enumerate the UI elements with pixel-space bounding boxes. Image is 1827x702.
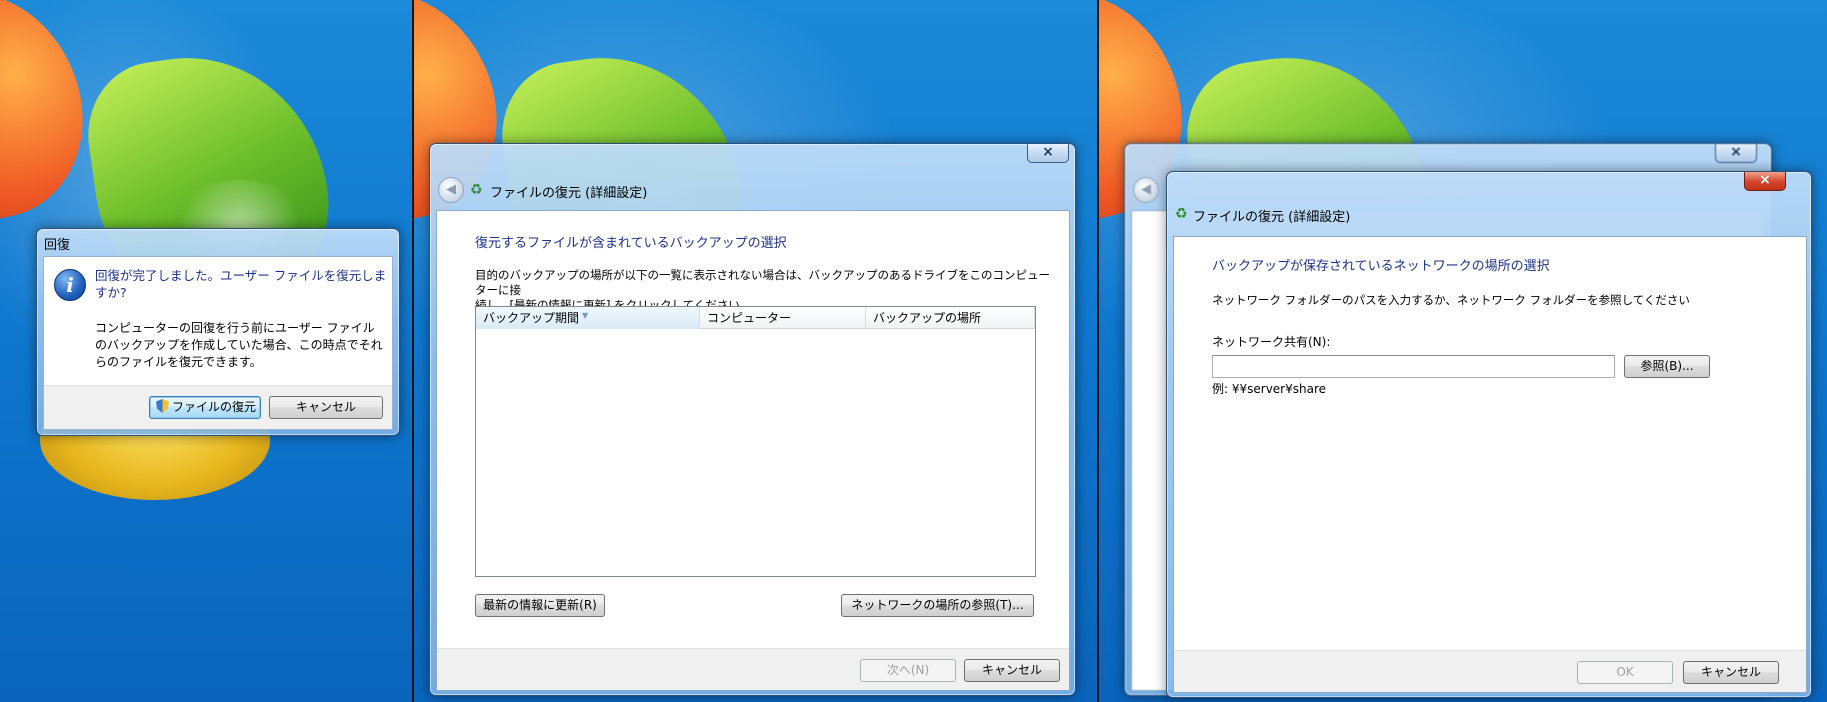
network-share-input[interactable] <box>1212 355 1615 378</box>
desktop-panel-network: × ◀ × ♻ ファイルの復元 (詳細設定) バックアップが保存されているネット… <box>1099 0 1827 702</box>
column-backup-period-label: バックアップ期間 <box>483 311 580 325</box>
cancel-button[interactable]: キャンセル <box>1683 661 1779 684</box>
back-arrow-icon[interactable]: ◀ <box>438 177 464 203</box>
recovery-dialog-title: 回復 <box>44 238 71 253</box>
recovery-message-line: すか? <box>95 285 127 300</box>
background-close-button: × <box>1715 144 1757 163</box>
ok-button[interactable]: OK <box>1577 661 1673 684</box>
file-restore-icon: ♻ <box>470 182 483 198</box>
next-button[interactable]: 次へ(N) <box>860 659 956 682</box>
sort-arrow-icon: ▼ <box>582 311 589 320</box>
wizard-footer: 次へ(N) キャンセル <box>437 648 1069 690</box>
browse-button[interactable]: 参照(B)... <box>1624 355 1710 378</box>
network-dialog-client: バックアップが保存されているネットワークの場所の選択 ネットワーク フォルダーの… <box>1173 236 1807 693</box>
page-description: ネットワーク フォルダーのパスを入力するか、ネットワーク フォルダーを参照してく… <box>1212 293 1690 307</box>
browse-network-location-button[interactable]: ネットワークの場所の参照(T)... <box>841 594 1034 617</box>
backup-list[interactable]: ▼ バックアップ期間 コンピューター バックアップの場所 <box>475 306 1036 577</box>
window-title: ファイルの復元 (詳細設定) <box>490 186 648 201</box>
page-heading: バックアップが保存されているネットワークの場所の選択 <box>1212 259 1550 274</box>
restore-files-button[interactable]: ファイルの復元 <box>149 396 261 419</box>
page-description-line: 目的のバックアップの場所が以下の一覧に表示されない場合は、バックアップのあるドラ… <box>475 268 1050 297</box>
recovery-detail-line: のバックアップを作成していた場合、この時点でそれ <box>95 338 383 352</box>
restore-files-button-label: ファイルの復元 <box>172 400 257 414</box>
recovery-dialog-client: i 回復が完了しました。ユーザー ファイルを復元しま すか? コンピューターの回… <box>43 256 393 430</box>
recovery-dialog-footer: ファイルの復元 キャンセル <box>44 385 392 429</box>
wallpaper-red-flag <box>0 0 102 239</box>
cancel-button[interactable]: キャンセル <box>269 396 383 419</box>
recovery-message-line: 回復が完了しました。ユーザー ファイルを復元しま <box>95 268 387 283</box>
recovery-detail: コンピューターの回復を行う前にユーザー ファイル のバックアップを作成していた場… <box>95 320 390 371</box>
recovery-detail-line: コンピューターの回復を行う前にユーザー ファイル <box>95 321 375 335</box>
close-window-button[interactable]: × <box>1744 172 1786 191</box>
recovery-message: 回復が完了しました。ユーザー ファイルを復元しま すか? <box>95 267 390 301</box>
network-share-label: ネットワーク共有(N): <box>1212 335 1331 349</box>
page-heading: 復元するファイルが含まれているバックアップの選択 <box>475 236 787 251</box>
wizard-client: 復元するファイルが含まれているバックアップの選択 目的のバックアップの場所が以下… <box>436 210 1070 691</box>
background-back-arrow-icon: ◀ <box>1133 177 1159 203</box>
network-path-example: 例: ¥¥server¥share <box>1212 382 1327 396</box>
info-icon: i <box>54 269 86 301</box>
refresh-button[interactable]: 最新の情報に更新(R) <box>475 594 605 617</box>
close-window-button[interactable]: × <box>1027 144 1069 163</box>
advanced-restore-window: × ◀ ♻ ファイルの復元 (詳細設定) 復元するファイルが含まれているバックア… <box>429 143 1076 696</box>
column-backup-period[interactable]: ▼ バックアップ期間 <box>476 307 700 329</box>
recovery-dialog: 回復 i 回復が完了しました。ユーザー ファイルを復元しま すか? コンピュータ… <box>36 228 400 436</box>
backup-list-header: ▼ バックアップ期間 コンピューター バックアップの場所 <box>476 307 1035 329</box>
desktop-panel-wizard: × ◀ ♻ ファイルの復元 (詳細設定) 復元するファイルが含まれているバックア… <box>414 0 1097 702</box>
window-title: ファイルの復元 (詳細設定) <box>1193 210 1351 225</box>
column-computer[interactable]: コンピューター <box>700 307 866 329</box>
file-restore-icon: ♻ <box>1175 206 1188 222</box>
uac-shield-icon <box>156 399 169 413</box>
recovery-detail-line: らのファイルを復元できます。 <box>95 355 262 369</box>
desktop-panel-recovery: 回復 i 回復が完了しました。ユーザー ファイルを復元しま すか? コンピュータ… <box>0 0 412 702</box>
column-backup-location[interactable]: バックアップの場所 <box>866 307 1035 329</box>
network-dialog-footer: OK キャンセル <box>1174 650 1806 692</box>
cancel-button[interactable]: キャンセル <box>964 659 1060 682</box>
network-location-dialog: × ♻ ファイルの復元 (詳細設定) バックアップが保存されているネットワークの… <box>1166 171 1812 698</box>
